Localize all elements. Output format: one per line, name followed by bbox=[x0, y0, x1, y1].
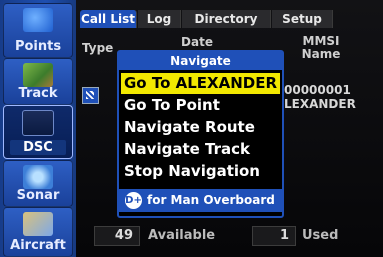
man-overboard-hint: D+ for Man Overboard bbox=[119, 189, 282, 212]
dsc-screen: Points Track DSC Sonar Aircraft Call Lis… bbox=[0, 0, 383, 257]
sidebar-item-track[interactable]: Track bbox=[3, 58, 73, 105]
man-overboard-key-icon: D+ bbox=[125, 192, 142, 209]
sidebar-item-points[interactable]: Points bbox=[3, 3, 73, 58]
menu-item-stop-navigation[interactable]: Stop Navigation bbox=[121, 161, 280, 182]
sidebar-item-label: Track bbox=[18, 86, 58, 101]
sidebar: Points Track DSC Sonar Aircraft bbox=[0, 0, 76, 257]
menu-item-navigate-route[interactable]: Navigate Route bbox=[121, 117, 280, 138]
dsc-icon bbox=[22, 110, 54, 136]
menu-item-go-to-point[interactable]: Go To Point bbox=[121, 95, 280, 116]
aircraft-icon bbox=[23, 212, 53, 236]
navigate-menu: Navigate Go To ALEXANDER Go To Point Nav… bbox=[117, 50, 284, 218]
points-icon bbox=[23, 8, 53, 32]
call-list-footer: 49 Available 1 Used bbox=[76, 226, 383, 248]
tab-log[interactable]: Log bbox=[138, 10, 181, 28]
dsc-call-icon bbox=[82, 87, 99, 104]
man-overboard-text: for Man Overboard bbox=[147, 193, 275, 207]
navigate-menu-title: Navigate bbox=[119, 52, 282, 70]
sidebar-item-sonar[interactable]: Sonar bbox=[3, 160, 73, 207]
row-name[interactable]: LEXANDER bbox=[284, 97, 356, 111]
available-count: 49 bbox=[94, 226, 140, 246]
sonar-icon bbox=[23, 165, 53, 189]
sidebar-item-label: Points bbox=[14, 39, 62, 54]
tab-directory[interactable]: Directory bbox=[182, 10, 271, 28]
tab-setup[interactable]: Setup bbox=[272, 10, 333, 28]
column-header-date: Date bbox=[181, 35, 213, 49]
sidebar-item-aircraft[interactable]: Aircraft bbox=[3, 207, 73, 257]
track-icon bbox=[23, 63, 53, 87]
column-header-name: Name bbox=[301, 47, 341, 61]
sidebar-item-dsc[interactable]: DSC bbox=[3, 105, 73, 159]
column-header-mmsi-name: MMSI Name bbox=[286, 35, 356, 61]
column-header-type: Type bbox=[82, 41, 114, 55]
sidebar-item-label: DSC bbox=[10, 140, 66, 155]
used-count: 1 bbox=[252, 226, 296, 246]
used-label: Used bbox=[302, 228, 339, 243]
sidebar-item-label: Sonar bbox=[16, 188, 60, 203]
menu-item-navigate-track[interactable]: Navigate Track bbox=[121, 139, 280, 160]
tab-bar: Call List Log Directory Setup bbox=[76, 10, 383, 28]
menu-item-go-to-alexander[interactable]: Go To ALEXANDER bbox=[121, 73, 280, 94]
tab-call-list[interactable]: Call List bbox=[80, 10, 137, 28]
sidebar-item-label: Aircraft bbox=[10, 238, 66, 253]
available-label: Available bbox=[148, 228, 216, 243]
row-mmsi[interactable]: 00000001 bbox=[284, 83, 351, 97]
